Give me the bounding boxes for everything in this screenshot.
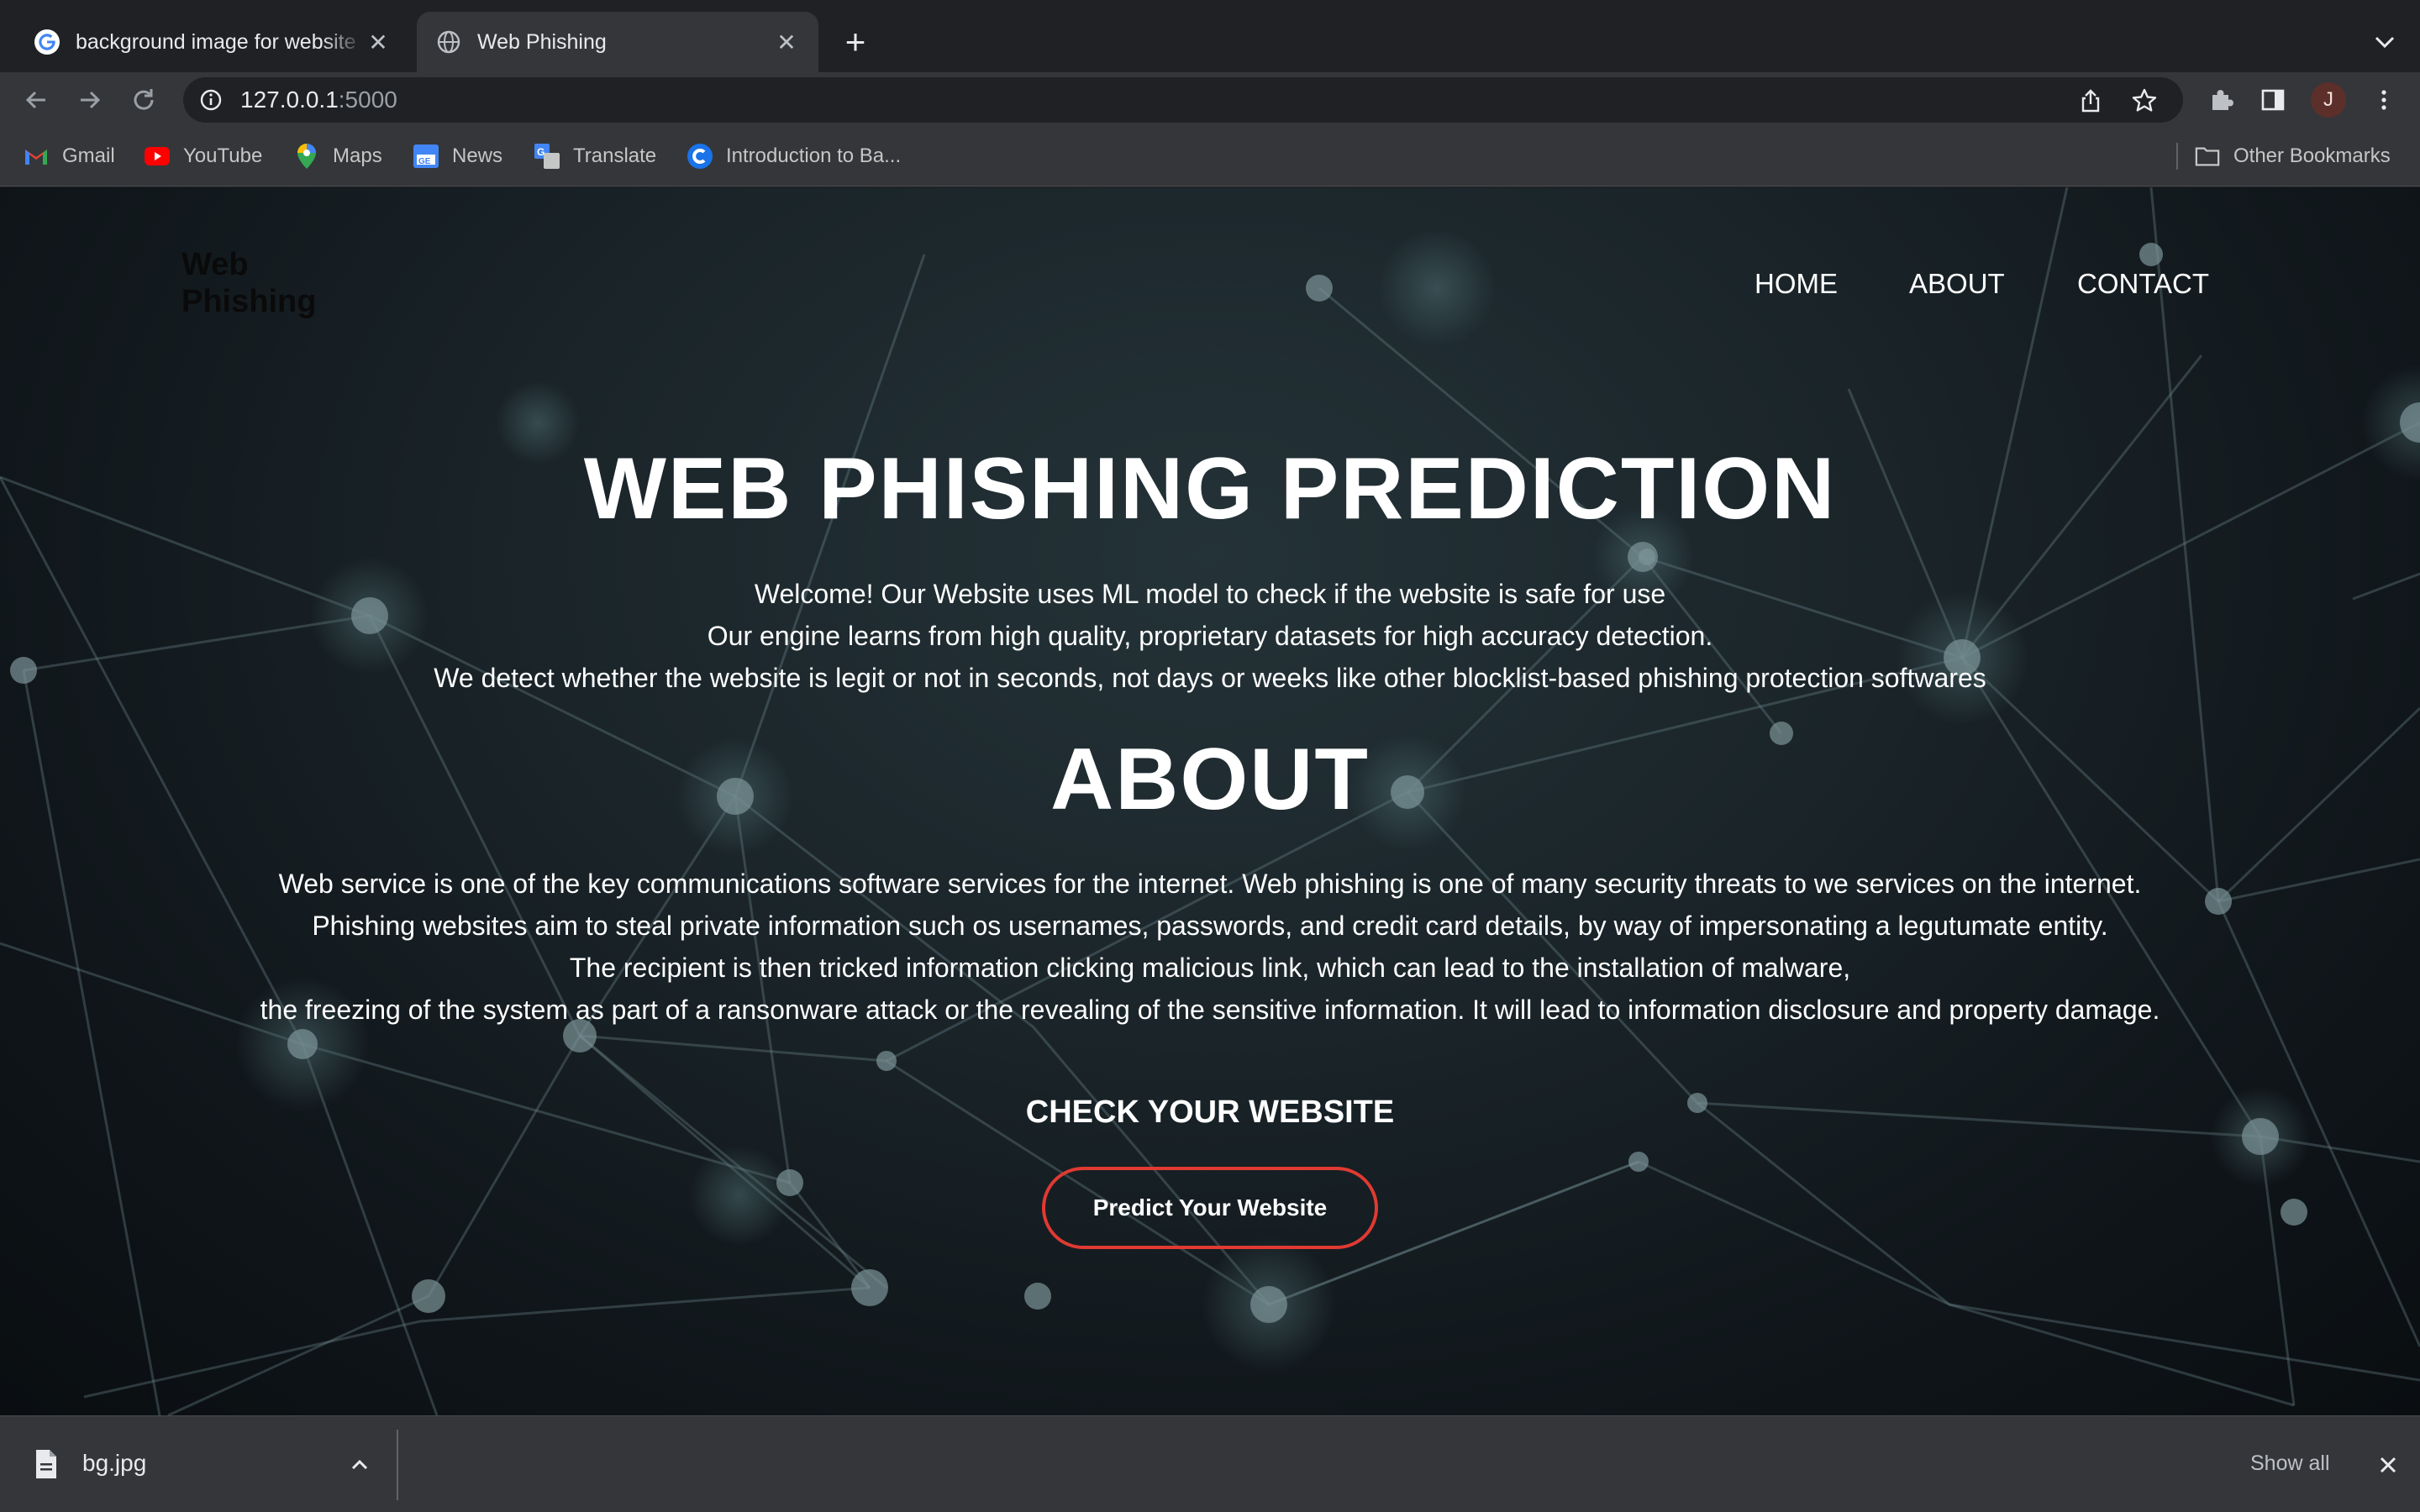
check-website-heading: CHECK YOUR WEBSITE [1025, 1095, 1395, 1130]
bookmark-label: Introduction to Ba... [726, 144, 902, 167]
download-file-name[interactable]: bg.jpg [82, 1450, 146, 1477]
chevron-up-icon[interactable] [345, 1450, 375, 1480]
bookmark-label: Gmail [62, 144, 115, 167]
share-icon[interactable] [2077, 87, 2104, 114]
bookmark-label: Translate [573, 144, 657, 167]
about-line: Web service is one of the key communicat… [278, 869, 2142, 899]
avatar[interactable]: J [2311, 82, 2346, 118]
tab-background-image[interactable]: background image for website ✕ [15, 12, 410, 72]
info-icon[interactable] [198, 87, 224, 113]
about-line: The recipient is then tricked informatio… [569, 953, 1851, 983]
forward-button[interactable] [71, 81, 109, 119]
back-button[interactable] [17, 81, 55, 119]
show-all-button[interactable]: Show all [2250, 1452, 2330, 1476]
bookmarks-divider [2176, 143, 2178, 170]
bookmarks-bar: Gmail YouTube Maps GE News G Translate I… [0, 128, 2420, 186]
intro-line: We detect whether the website is legit o… [434, 663, 1986, 693]
arrow-right-icon [81, 91, 101, 109]
bookmark-label: YouTube [183, 144, 263, 167]
folder-icon [2195, 144, 2220, 169]
predict-website-button[interactable]: Predict Your Website [1042, 1167, 1378, 1249]
tab-title: background image for website [76, 29, 356, 54]
bookmark-label: News [452, 144, 503, 167]
svg-text:GE: GE [418, 157, 431, 166]
bookmark-youtube[interactable]: YouTube [145, 141, 262, 171]
file-icon [36, 1450, 56, 1478]
intro-line: Welcome! Our Website uses ML model to ch… [754, 579, 1666, 609]
arrow-left-icon [25, 91, 45, 109]
bookmark-label: Other Bookmarks [2233, 144, 2391, 167]
about-title: ABOUT [1050, 731, 1370, 828]
star-icon[interactable] [2131, 87, 2158, 114]
tab-close-icon[interactable]: ✕ [773, 29, 800, 55]
download-shelf: bg.jpg Show all [0, 1415, 2420, 1512]
browser-toolbar: 127.0.0.1:5000 J [0, 72, 2420, 128]
maps-icon [294, 144, 319, 169]
translate-icon: G [534, 144, 560, 169]
hero-title: WEB PHISHING PREDICTION [583, 440, 1837, 538]
about-line: Phishing websites aim to steal private i… [312, 911, 2108, 941]
news-icon: GE [413, 144, 439, 169]
globe-icon [437, 30, 460, 54]
chevron-down-icon[interactable] [2368, 25, 2402, 59]
bookmark-introduction[interactable]: Introduction to Ba... [687, 141, 901, 171]
bookmark-translate[interactable]: G Translate [534, 141, 656, 171]
side-panel-icon [2261, 89, 2285, 111]
c-icon [687, 144, 713, 169]
shelf-divider [397, 1430, 398, 1500]
bookmark-gmail[interactable]: Gmail [24, 141, 115, 171]
tab-web-phishing[interactable]: Web Phishing ✕ [417, 12, 818, 72]
bookmark-maps[interactable]: Maps [294, 141, 382, 171]
youtube-icon [145, 144, 170, 169]
address-bar[interactable]: 127.0.0.1:5000 [183, 77, 2183, 123]
intro-line: Our engine learns from high quality, pro… [707, 621, 1713, 651]
other-bookmarks[interactable]: Other Bookmarks [2195, 141, 2391, 171]
reload-icon [134, 89, 154, 110]
bookmark-label: Maps [333, 144, 382, 167]
tab-strip: background image for website ✕ Web Phish… [0, 0, 2420, 72]
bookmark-news[interactable]: GE News [413, 141, 502, 171]
tab-close-icon[interactable]: ✕ [365, 29, 392, 55]
nav-about[interactable]: ABOUT [1909, 268, 2005, 300]
nav-home[interactable]: HOME [1754, 268, 1838, 300]
nav-contact[interactable]: CONTACT [2077, 268, 2209, 300]
url-port: :5000 [338, 87, 397, 113]
site-brand-logo[interactable]: Web Phishing [182, 246, 350, 320]
new-tab-button[interactable]: + [837, 24, 874, 60]
about-line: the freezing of the system as part of a … [260, 995, 2160, 1025]
tab-title: Web Phishing [477, 29, 607, 54]
side-panel-button[interactable] [2254, 81, 2292, 119]
svg-text:G: G [537, 146, 544, 158]
puzzle-icon [2212, 90, 2233, 110]
url-text: 127.0.0.1:5000 [240, 87, 397, 113]
reload-button[interactable] [124, 81, 163, 119]
url-host: 127.0.0.1 [240, 87, 339, 113]
browser-menu-button[interactable] [2365, 81, 2403, 119]
extensions-button[interactable] [2202, 81, 2240, 119]
gmail-icon [24, 144, 49, 169]
page-viewport: Web Phishing HOME ABOUT CONTACT WEB PHIS… [0, 187, 2420, 1415]
google-g-icon [34, 29, 60, 55]
more-vert-icon [2381, 90, 2386, 110]
close-icon[interactable] [2371, 1448, 2405, 1482]
